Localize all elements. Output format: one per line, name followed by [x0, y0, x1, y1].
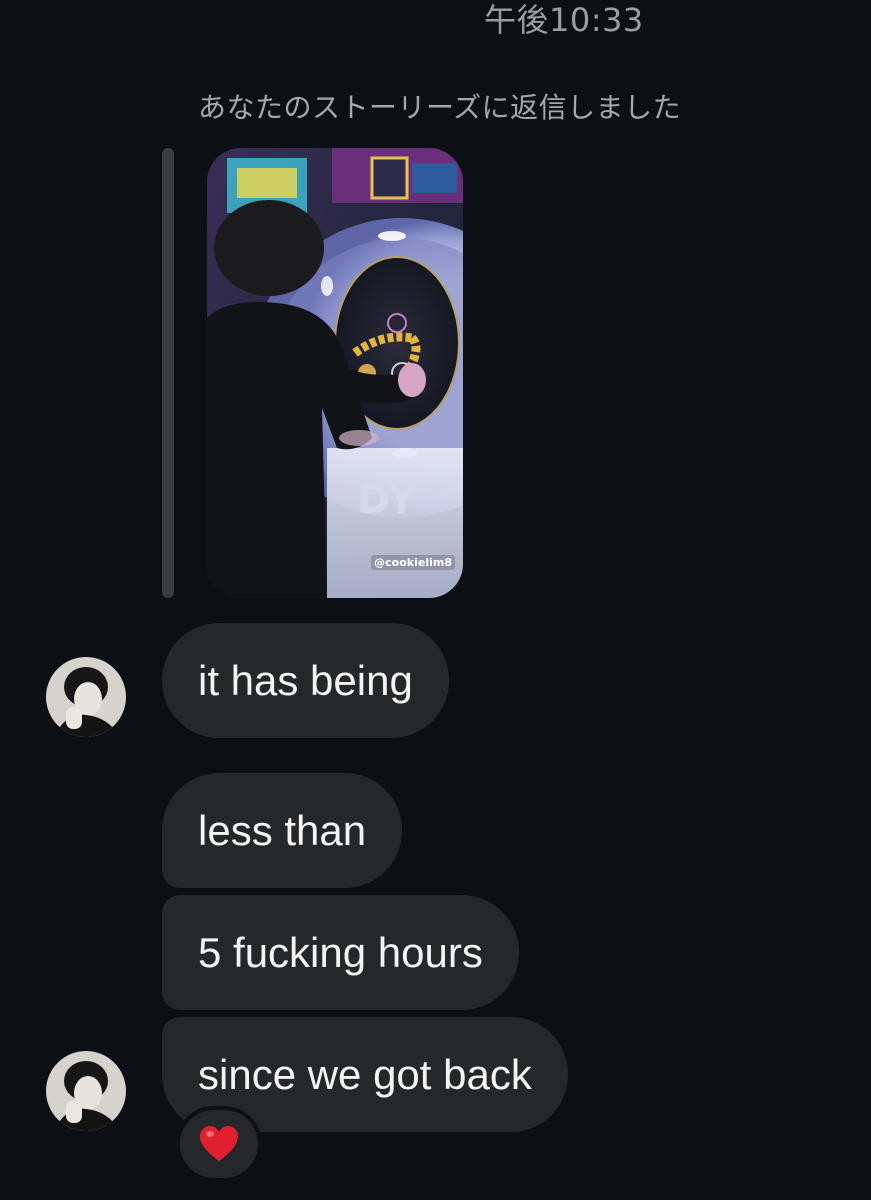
- reaction-badge[interactable]: [176, 1106, 262, 1182]
- story-thumbnail[interactable]: DY @cookielim8: [207, 148, 463, 598]
- message-bubble[interactable]: less than: [162, 773, 403, 888]
- avatar[interactable]: [46, 1051, 126, 1131]
- story-reply-note: あなたのストーリーズに返信しました: [198, 91, 682, 124]
- user-avatar-image: [46, 1051, 126, 1131]
- svg-text:DY: DY: [357, 477, 417, 523]
- heart-emoji-icon: [200, 1126, 238, 1161]
- message-bubble[interactable]: it has being: [162, 623, 449, 738]
- story-image: DY: [207, 148, 463, 598]
- story-username-tag: @cookielim8: [371, 555, 455, 570]
- message-bubble[interactable]: 5 fucking hours: [162, 895, 519, 1010]
- story-quote-bar: [162, 148, 174, 598]
- avatar[interactable]: [46, 657, 126, 737]
- user-avatar-image: [46, 657, 126, 737]
- message-timestamp: 午後10:33: [484, 1, 644, 39]
